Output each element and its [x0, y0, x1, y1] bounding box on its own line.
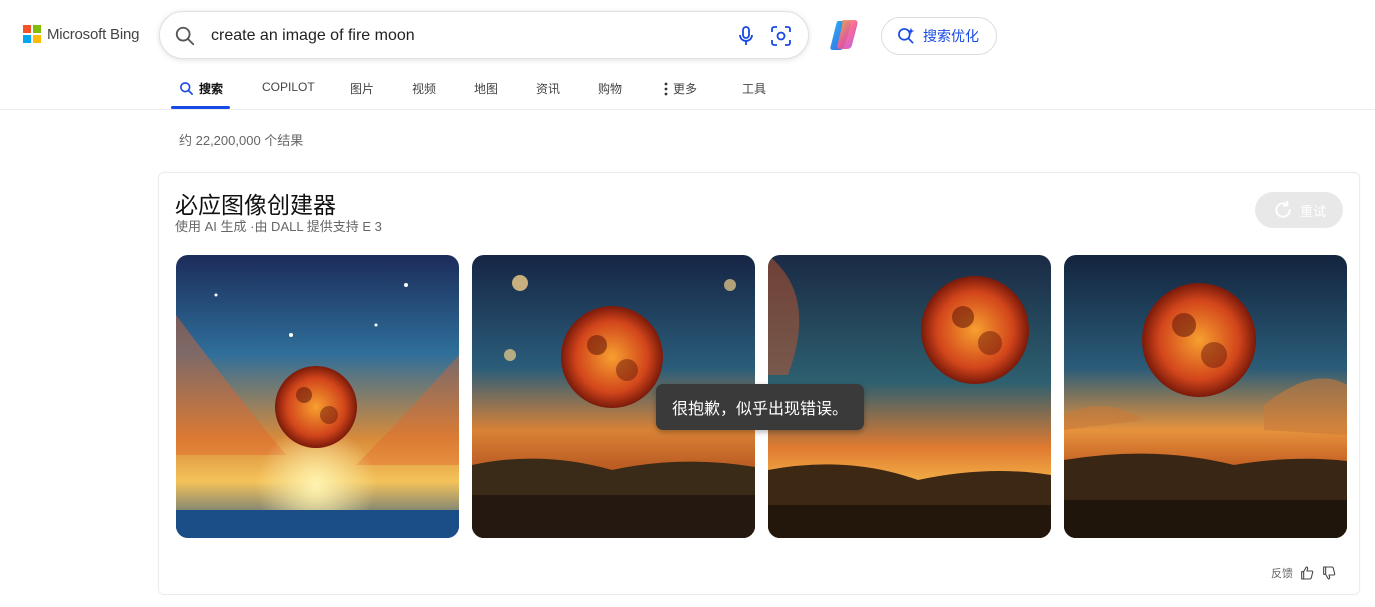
tab-copilot[interactable]: COPILOT — [262, 80, 315, 94]
tab-maps[interactable]: 地图 — [474, 80, 498, 97]
search-icon[interactable] — [174, 25, 196, 47]
microphone-icon[interactable] — [734, 24, 758, 48]
thumbs-down-icon[interactable] — [1321, 565, 1337, 581]
tab-label: 更多 — [673, 82, 698, 96]
feedback-label[interactable]: 反馈 — [1271, 565, 1293, 581]
optimize-label: 搜索优化 — [923, 28, 979, 44]
tab-search[interactable]: 搜索 — [179, 80, 223, 97]
tab-label: 地图 — [474, 82, 499, 96]
search-input[interactable] — [211, 25, 711, 47]
copilot-icon[interactable] — [826, 17, 862, 53]
logo-text: Microsoft Bing — [47, 25, 140, 43]
result-count: 约 22,200,000 个结果 — [179, 133, 304, 148]
search-icon — [180, 82, 193, 95]
tab-tools[interactable]: 工具 — [742, 80, 766, 97]
tab-label: 搜索 — [199, 82, 224, 96]
search-optimize-button[interactable]: 搜索优化 — [881, 17, 997, 55]
retry-label: 重试 — [1300, 203, 1327, 219]
tab-label: 购物 — [598, 82, 623, 96]
tab-videos[interactable]: 视频 — [412, 80, 436, 97]
card-subtitle: 使用 AI 生成 ·由 DALL 提供支持 E 3 — [175, 219, 382, 234]
tab-label: 工具 — [742, 82, 767, 96]
active-tab-indicator — [171, 106, 230, 109]
tab-label: 资讯 — [536, 82, 561, 96]
error-toast: 很抱歉，似乎出现错误。 — [656, 384, 864, 430]
tab-label: 视频 — [412, 82, 437, 96]
feedback-bar: 反馈 — [1271, 565, 1337, 581]
generated-image-1[interactable] — [176, 255, 459, 538]
tab-images[interactable]: 图片 — [350, 80, 374, 97]
search-box[interactable] — [159, 11, 809, 59]
refresh-icon — [1275, 200, 1291, 218]
generated-image-4[interactable] — [1064, 255, 1347, 538]
bing-logo[interactable]: Microsoft Bing — [23, 25, 139, 43]
card-title: 必应图像创建器 — [175, 192, 336, 218]
retry-button[interactable]: 重试 — [1255, 192, 1343, 228]
search-nav: 搜索 COPILOT 图片 视频 地图 资讯 购物 更多 工具 — [0, 68, 1375, 110]
image-creator-card: 必应图像创建器 使用 AI 生成 ·由 DALL 提供支持 E 3 重试 很抱歉… — [158, 172, 1360, 595]
thumbs-up-icon[interactable] — [1299, 565, 1315, 581]
tab-news[interactable]: 资讯 — [536, 80, 560, 97]
microsoft-logo-icon — [23, 25, 41, 43]
more-vertical-icon — [664, 82, 668, 95]
tab-more[interactable]: 更多 — [664, 80, 697, 97]
tab-label: 图片 — [350, 82, 375, 96]
tab-shopping[interactable]: 购物 — [598, 80, 622, 97]
tab-label: COPILOT — [262, 80, 315, 94]
search-sparkle-icon — [898, 27, 915, 44]
visual-search-icon[interactable] — [769, 24, 793, 48]
